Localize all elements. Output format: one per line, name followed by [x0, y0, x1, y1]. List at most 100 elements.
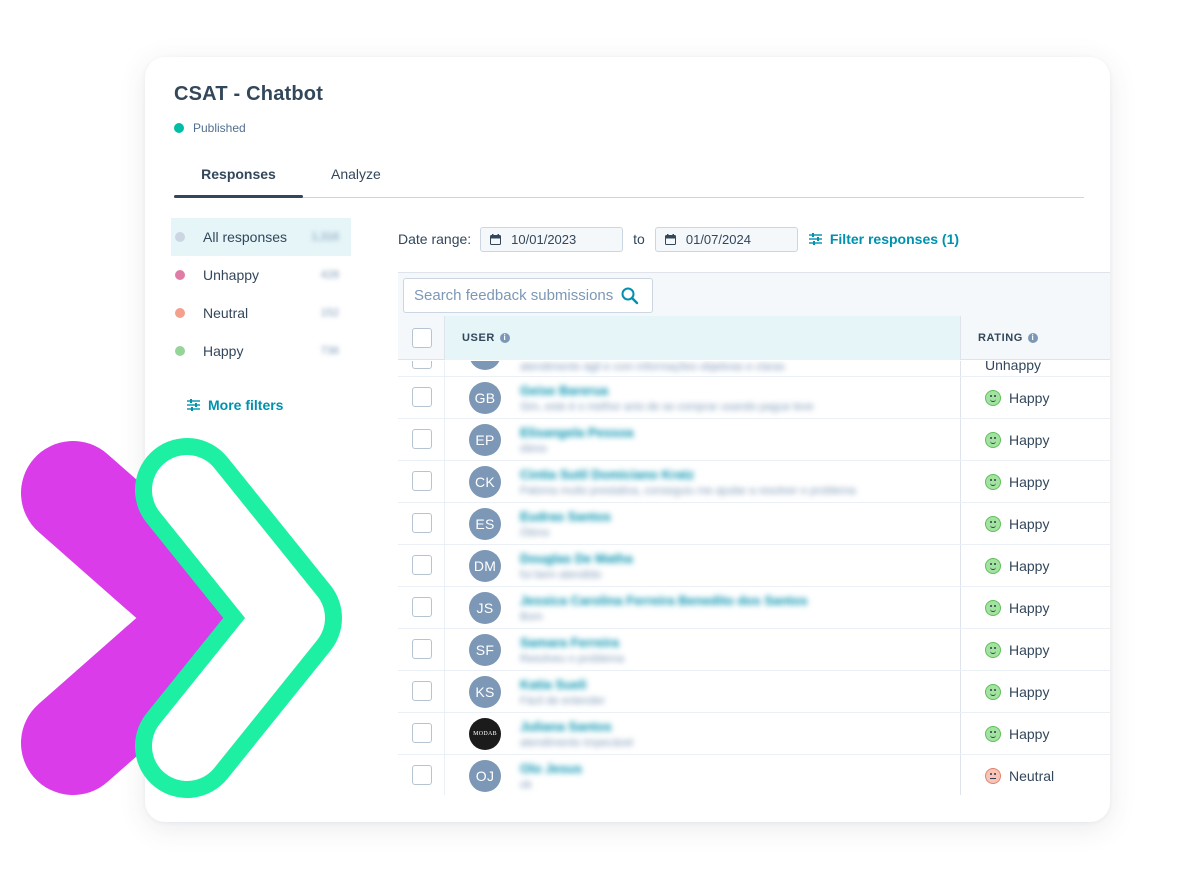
calendar-icon	[664, 233, 676, 245]
rating-cell: Happy	[985, 684, 1049, 700]
user-name-link[interactable]: Elisangela Pessoa	[520, 425, 633, 440]
rating-cell: Happy	[985, 558, 1049, 574]
user-comment: Ótimo	[520, 527, 550, 539]
row-checkbox[interactable]	[412, 765, 432, 785]
date-from-value: 10/01/2023	[511, 231, 577, 247]
avatar: SF	[469, 634, 501, 666]
face-mouth	[990, 567, 996, 570]
table-row[interactable]: OJ Olo Jesus ok Neutral	[398, 755, 1110, 795]
row-checkbox[interactable]	[412, 597, 432, 617]
user-name-link[interactable]: Jessica Carolina Ferreira Benedito dos S…	[520, 593, 808, 608]
table-row[interactable]: MODAB Juliana Santos atendimento impecável…	[398, 713, 1110, 755]
tab-responses[interactable]: Responses	[174, 166, 303, 198]
column-user-text: USER	[462, 332, 495, 344]
avatar: JS	[469, 592, 501, 624]
filter-dot-icon	[175, 270, 185, 280]
face-mouth	[990, 735, 996, 738]
tab-analyze[interactable]: Analyze	[331, 166, 381, 182]
rating-label: Neutral	[1009, 768, 1055, 784]
user-name-link[interactable]: Katia Sueli	[520, 677, 586, 692]
column-divider	[444, 629, 445, 670]
user-name-link[interactable]: Olo Jesus	[520, 761, 582, 776]
search-input[interactable]	[404, 279, 614, 312]
user-name-link[interactable]: Douglas De Matha	[520, 551, 633, 566]
user-name-link[interactable]: Samara Ferreira	[520, 635, 619, 650]
rating-cell: Happy	[985, 642, 1049, 658]
column-divider	[960, 713, 961, 754]
table-row[interactable]: DM Douglas De Matha fui bem atendido Happy	[398, 545, 1110, 587]
tab-bar: Responses Analyze	[174, 157, 1084, 198]
user-comment: atendimento ágil e com informações objet…	[520, 361, 785, 373]
row-checkbox[interactable]	[412, 555, 432, 575]
filter-label: Unhappy	[203, 267, 260, 283]
filter-count: 152	[320, 307, 339, 319]
avatar: ES	[469, 508, 501, 540]
info-icon: i	[499, 333, 510, 343]
user-name-link[interactable]: Geise Barerua	[520, 383, 608, 398]
select-all-checkbox[interactable]	[412, 328, 432, 348]
user-comment: Bom	[520, 611, 543, 623]
date-range-label: Date range:	[398, 231, 472, 247]
rating-cell: Happy	[985, 726, 1049, 742]
column-divider	[960, 503, 961, 544]
column-divider	[444, 755, 445, 795]
row-checkbox[interactable]	[412, 471, 432, 491]
row-checkbox[interactable]	[412, 429, 432, 449]
column-divider	[444, 671, 445, 712]
filter-unhappy[interactable]: Unhappy 428	[171, 256, 351, 294]
responses-table: USER i RATING i atendimento ágil e com i…	[398, 272, 1110, 795]
column-divider	[960, 461, 961, 502]
row-checkbox[interactable]	[412, 387, 432, 407]
filter-happy[interactable]: Happy 736	[171, 332, 351, 370]
user-name-link[interactable]: Eudras Santos	[520, 509, 611, 524]
table-row[interactable]: CK Cintia Sutil Domiciano Kratz Paloma mui…	[398, 461, 1110, 503]
happy-face-icon	[985, 642, 1001, 658]
table-row[interactable]: SF Samara Ferreira Resolveu o problema Happ…	[398, 629, 1110, 671]
search-box	[403, 278, 653, 313]
column-divider	[444, 461, 445, 502]
column-user[interactable]: USER i	[445, 316, 961, 360]
table-row[interactable]: atendimento ágil e com informações objet…	[398, 361, 1110, 377]
face-mouth	[990, 483, 996, 486]
column-divider	[444, 503, 445, 544]
column-divider	[960, 377, 961, 418]
table-row[interactable]: JS Jessica Carolina Ferreira Benedito dos…	[398, 587, 1110, 629]
happy-face-icon	[985, 558, 1001, 574]
row-checkbox[interactable]	[412, 723, 432, 743]
table-toolbar	[398, 272, 1110, 316]
rating-label: Happy	[1009, 474, 1050, 490]
column-rating-text: RATING	[978, 332, 1023, 344]
more-filters-button[interactable]: More filters	[187, 397, 283, 413]
happy-face-icon	[985, 390, 1001, 406]
row-checkbox[interactable]	[412, 639, 432, 659]
user-name-link[interactable]: Juliana Santos	[520, 719, 612, 734]
user-comment: Paloma muito prestativa, conseguiu me aj…	[520, 485, 856, 497]
column-divider	[960, 587, 961, 628]
user-comment: Resolveu o problema	[520, 653, 624, 665]
row-checkbox[interactable]	[412, 361, 432, 369]
search-icon[interactable]	[621, 287, 639, 305]
column-divider	[444, 377, 445, 418]
face-mouth	[990, 651, 996, 654]
filter-responses-link[interactable]: Filter responses (1)	[808, 231, 959, 247]
table-row[interactable]: ES Eudras Santos Ótimo Happy	[398, 503, 1110, 545]
avatar: MODAB	[469, 718, 501, 750]
face-mouth	[990, 441, 996, 444]
user-name-link[interactable]: Cintia Sutil Domiciano Kratz	[520, 467, 694, 482]
table-row[interactable]: KS Katia Sueli Fácil de entender Happy	[398, 671, 1110, 713]
filter-neutral[interactable]: Neutral 152	[171, 294, 351, 332]
rating-label: Happy	[1009, 684, 1050, 700]
filter-label: Happy	[203, 343, 244, 359]
table-row[interactable]: EP Elisangela Pessoa ótimo Happy	[398, 419, 1110, 461]
filter-all-responses[interactable]: All responses 1,316	[171, 218, 351, 256]
row-checkbox[interactable]	[412, 513, 432, 533]
column-divider	[444, 587, 445, 628]
table-row[interactable]: GB Geise Barerua Sim, este é o melhor anis…	[398, 377, 1110, 419]
date-to-input[interactable]: 01/07/2024	[654, 226, 798, 252]
row-checkbox[interactable]	[412, 681, 432, 701]
date-from-input[interactable]: 10/01/2023	[480, 226, 624, 252]
column-rating[interactable]: RATING i	[978, 332, 1038, 344]
filter-count: 428	[320, 269, 339, 281]
column-divider	[960, 419, 961, 460]
column-divider	[444, 361, 445, 376]
